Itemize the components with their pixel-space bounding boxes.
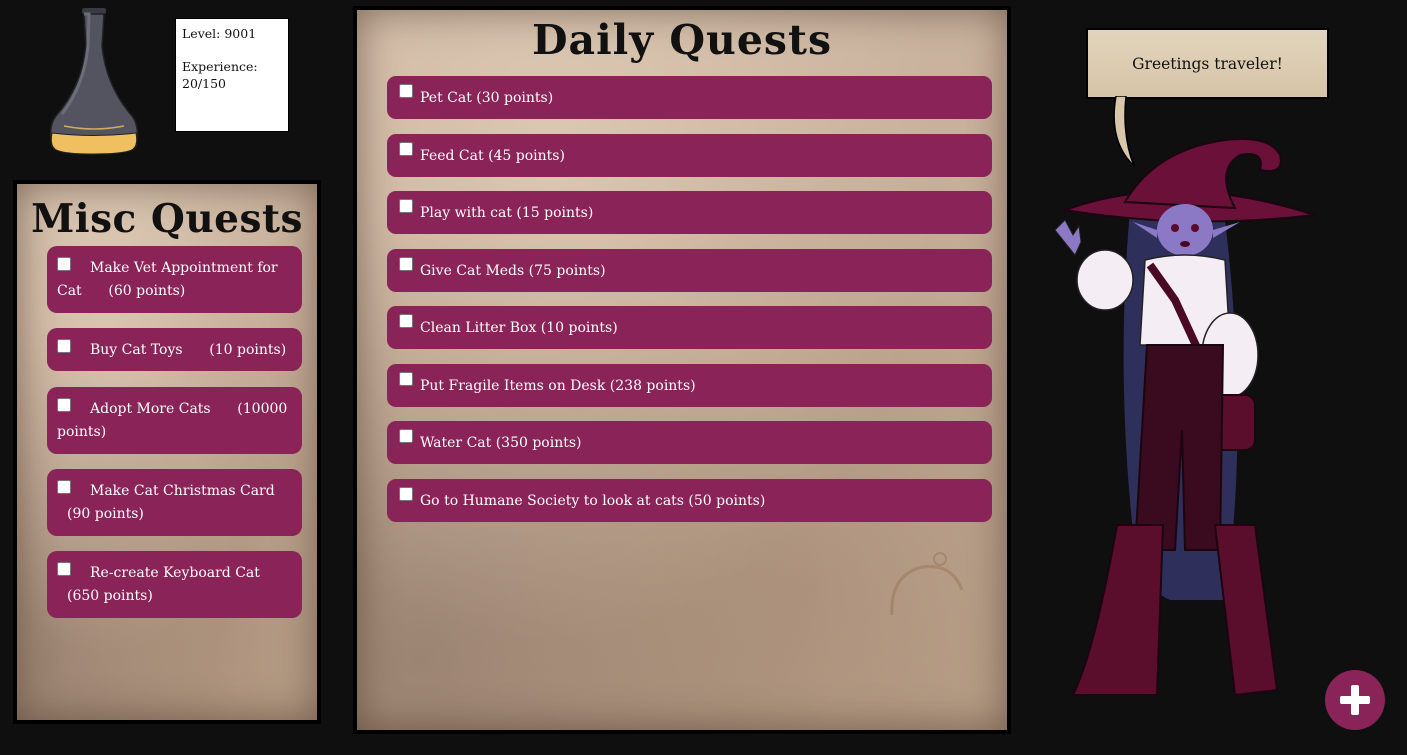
quest-checkbox[interactable] [399,371,413,386]
daily-quest-label: Water Cat (350 points) [420,434,582,451]
coffee-stain-decoration [890,552,964,616]
daily-quest-label: Put Fragile Items on Desk (238 points) [420,377,696,394]
quest-checkbox[interactable] [399,198,413,213]
npc-speech-bubble: Greetings traveler! [1086,28,1329,99]
witch-character-image [1035,130,1325,730]
daily-quest-label: Clean Litter Box (10 points) [420,319,618,336]
experience-potion-icon [44,6,144,156]
misc-quest-item[interactable]: Re-create Keyboard Cat (650 points) [47,551,302,618]
daily-quests-panel: Daily Quests Pet Cat (30 points) Feed Ca… [353,6,1011,734]
daily-quest-label: Feed Cat (45 points) [420,147,565,164]
add-quest-button[interactable] [1325,670,1385,730]
quest-checkbox[interactable] [57,562,71,576]
misc-quest-label: Re-create Keyboard Cat [90,565,260,581]
npc-greeting-text: Greetings traveler! [1132,54,1283,73]
daily-quest-label: Give Cat Meds (75 points) [420,262,606,279]
daily-quest-item[interactable]: Pet Cat (30 points) [387,76,992,119]
misc-quest-label: Make Vet Appointment for [90,260,278,276]
daily-quest-item[interactable]: Clean Litter Box (10 points) [387,306,992,349]
daily-quest-item[interactable]: Feed Cat (45 points) [387,134,992,177]
quest-checkbox[interactable] [399,486,413,501]
player-stats-card: Level: 9001 Experience: 20/150 [175,18,289,132]
quest-checkbox[interactable] [57,339,71,353]
quest-checkbox[interactable] [57,480,71,494]
daily-quest-item[interactable]: Give Cat Meds (75 points) [387,249,992,292]
misc-quests-title: Misc Quests [31,196,303,242]
misc-quest-label-cont: points) [57,424,107,440]
daily-quest-label: Go to Humane Society to look at cats (50… [420,492,766,509]
misc-quest-label-cont: (650 points) [67,588,153,604]
quest-checkbox[interactable] [57,398,71,412]
experience-value: 20/150 [182,76,226,91]
quest-checkbox[interactable] [399,141,413,156]
quest-checkbox[interactable] [399,428,413,443]
misc-quest-item[interactable]: Adopt More Cats (10000 points) [47,387,302,454]
misc-quest-label: Buy Cat Toys (10 points) [90,342,287,358]
daily-quest-item[interactable]: Go to Humane Society to look at cats (50… [387,479,992,522]
quest-checkbox[interactable] [399,256,413,271]
misc-quest-item[interactable]: Make Vet Appointment for Cat (60 points) [47,246,302,313]
misc-quest-label-cont: (90 points) [67,506,144,522]
misc-quest-label: Make Cat Christmas Card [90,483,275,499]
quest-checkbox[interactable] [399,83,413,98]
plus-icon [1340,685,1370,715]
misc-quests-panel: Misc Quests Make Vet Appointment for Cat… [13,180,321,724]
daily-quest-label: Play with cat (15 points) [420,204,594,221]
daily-quest-item[interactable]: Water Cat (350 points) [387,421,992,464]
quest-checkbox[interactable] [57,257,71,271]
misc-quest-item[interactable]: Make Cat Christmas Card (90 points) [47,469,302,536]
daily-quest-item[interactable]: Put Fragile Items on Desk (238 points) [387,364,992,407]
misc-quest-item[interactable]: Buy Cat Toys (10 points) [47,328,302,371]
misc-quest-label-cont: Cat (60 points) [57,283,186,299]
experience-label: Experience: [182,59,258,74]
daily-quest-item[interactable]: Play with cat (15 points) [387,191,992,234]
misc-quest-label: Adopt More Cats (10000 [90,401,288,417]
daily-quests-title: Daily Quests [531,16,833,64]
level-text: Level: 9001 [182,26,257,41]
quest-checkbox[interactable] [399,313,413,328]
daily-quest-label: Pet Cat (30 points) [420,89,554,106]
